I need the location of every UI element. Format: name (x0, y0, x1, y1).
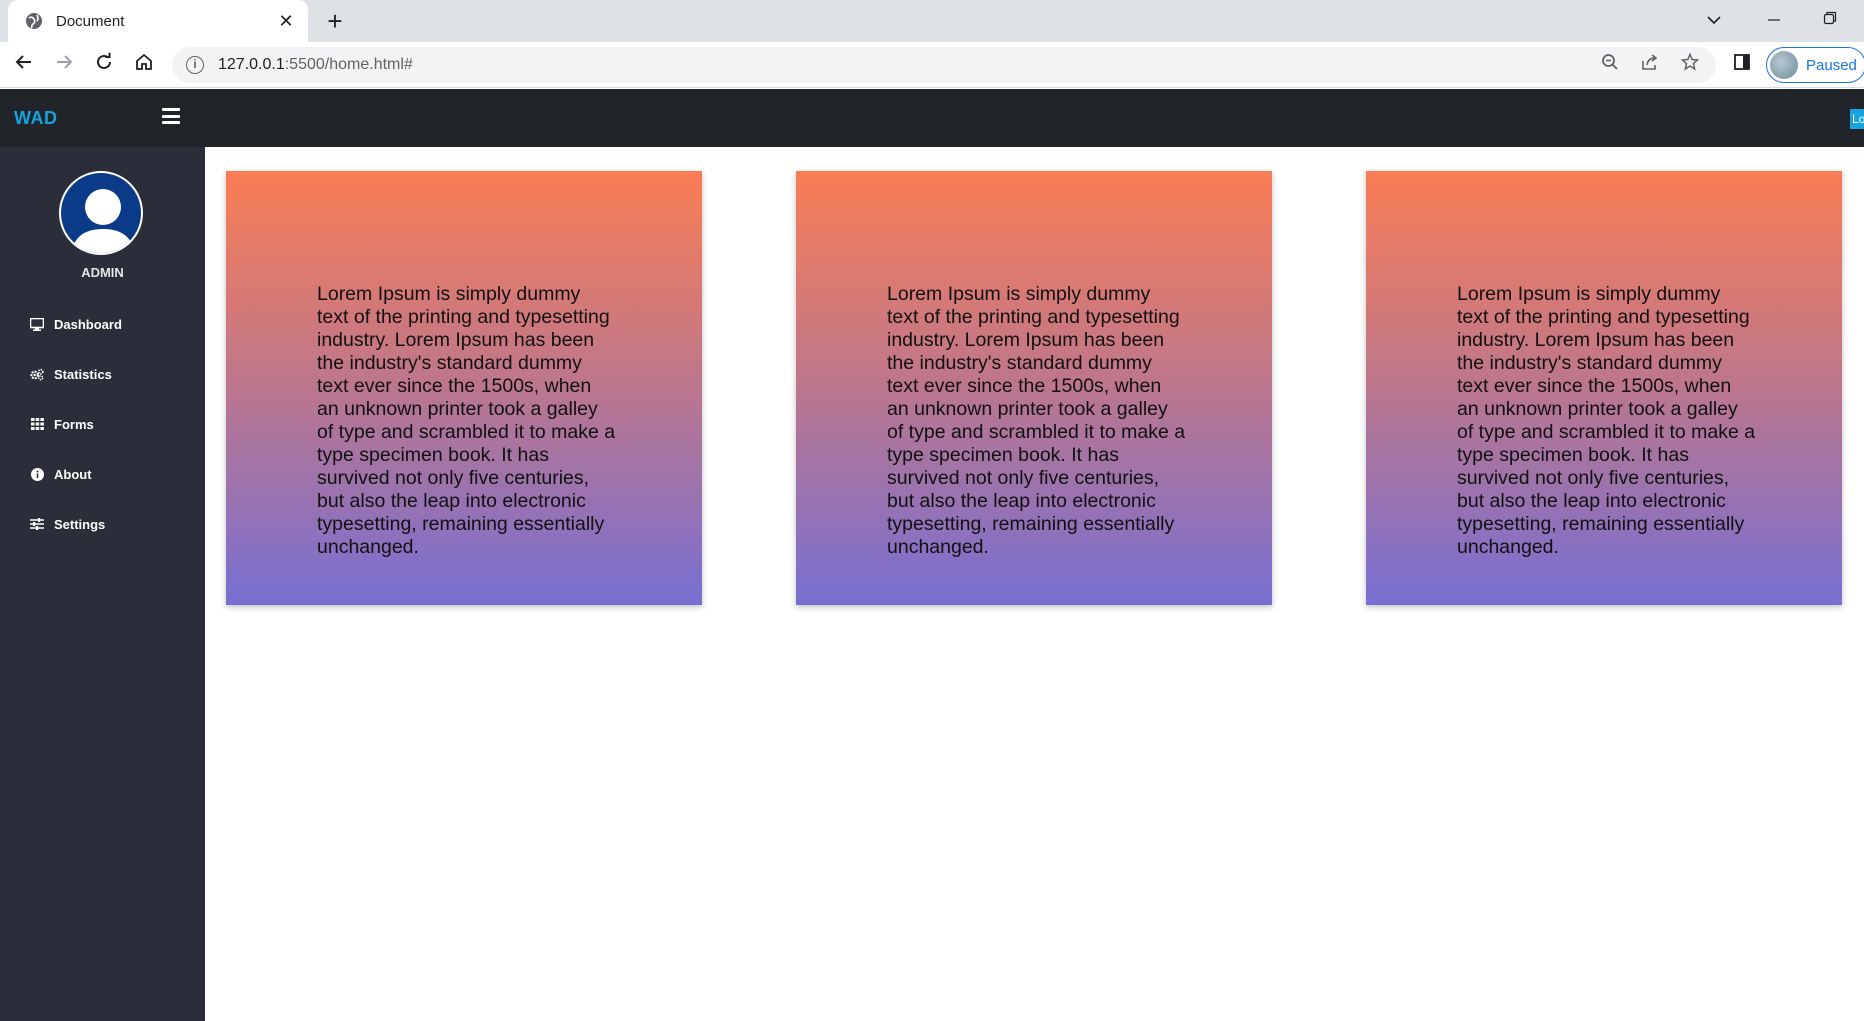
url-host: 127.0.0.1 (218, 56, 285, 73)
tab-close-button[interactable]: ✕ (276, 11, 296, 32)
minimize-icon[interactable] (1754, 6, 1794, 36)
card-text: Lorem Ipsum is simply dummy text of the … (317, 283, 616, 558)
globe-icon (26, 13, 42, 29)
browser-toolbar: i 127.0.0.1:5500/home.html# Paused (0, 42, 1864, 88)
info-card: Lorem Ipsum is simply dummy text of the … (796, 171, 1272, 605)
user-name: ADMIN (81, 265, 124, 280)
sidebar-item-about[interactable]: About (0, 449, 205, 499)
sidebar-item-settings[interactable]: Settings (0, 499, 205, 549)
sidebar-menu: Dashboard Statistics Forms About Setting… (0, 299, 205, 549)
chevron-down-icon[interactable] (1694, 6, 1734, 36)
sidebar-item-label: Forms (54, 416, 94, 432)
url-text: 127.0.0.1:5500/home.html# (218, 56, 413, 74)
share-icon[interactable] (1636, 51, 1664, 79)
monitor-icon (30, 317, 44, 331)
card-text: Lorem Ipsum is simply dummy text of the … (887, 283, 1186, 558)
info-circle-icon (30, 467, 44, 481)
sidebar-item-label: Settings (54, 516, 106, 532)
zoom-icon[interactable] (1596, 51, 1624, 79)
sidebar-item-dashboard[interactable]: Dashboard (0, 299, 205, 349)
user-avatar-icon (59, 171, 143, 255)
reload-icon[interactable] (90, 51, 118, 79)
info-card: Lorem Ipsum is simply dummy text of the … (1366, 171, 1842, 605)
sidepanel-icon[interactable] (1728, 51, 1756, 79)
sidebar: ADMIN Dashboard Statistics Forms About S… (0, 147, 205, 1021)
sidebar-item-label: Dashboard (54, 316, 122, 332)
app-header: WAD Lo (0, 89, 1864, 147)
home-icon[interactable] (130, 51, 158, 79)
forward-icon[interactable] (50, 51, 78, 79)
main-content: Lorem Ipsum is simply dummy text of the … (205, 147, 1864, 1021)
profile-button[interactable]: Paused (1766, 47, 1864, 83)
brand-logo[interactable]: WAD (14, 108, 58, 129)
sidebar-item-label: About (54, 466, 92, 482)
sidebar-item-label: Statistics (54, 366, 112, 382)
sliders-icon (30, 517, 44, 531)
back-icon[interactable] (10, 51, 38, 79)
hamburger-menu-icon[interactable] (162, 108, 180, 124)
browser-tabstrip: Document ✕ + (0, 0, 1864, 42)
tab-title: Document (56, 12, 125, 30)
info-card: Lorem Ipsum is simply dummy text of the … (226, 171, 702, 605)
profile-avatar (1770, 51, 1798, 79)
card-text: Lorem Ipsum is simply dummy text of the … (1457, 283, 1756, 558)
sidebar-item-statistics[interactable]: Statistics (0, 349, 205, 399)
cogs-icon (30, 367, 44, 381)
star-icon[interactable] (1676, 51, 1704, 79)
url-path: :5500/home.html# (284, 56, 413, 73)
restore-icon[interactable] (1810, 6, 1850, 36)
profile-status: Paused (1806, 56, 1857, 74)
browser-tab[interactable]: Document ✕ (8, 0, 308, 42)
logout-button[interactable]: Lo (1850, 109, 1864, 129)
info-icon[interactable]: i (186, 56, 204, 74)
address-bar[interactable]: i 127.0.0.1:5500/home.html# (172, 47, 1716, 83)
new-tab-button[interactable]: + (320, 6, 350, 36)
sidebar-item-forms[interactable]: Forms (0, 399, 205, 449)
grid-icon (30, 417, 44, 431)
